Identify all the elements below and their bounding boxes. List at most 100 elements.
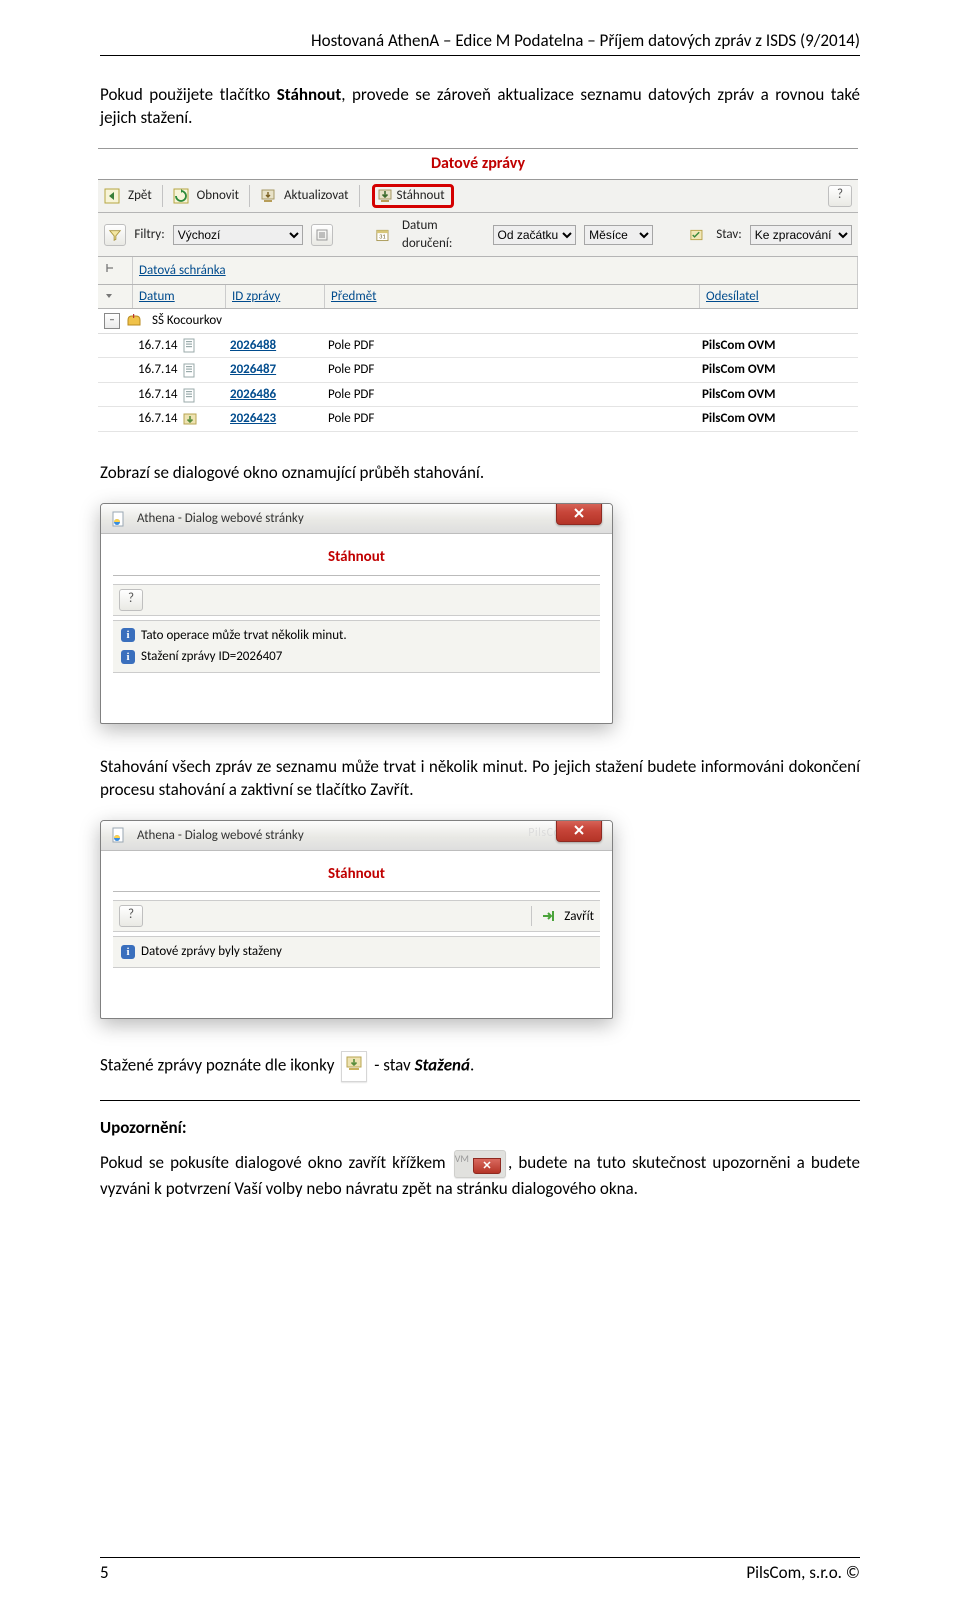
th-odesilatel[interactable]: Odesílatel (700, 285, 858, 309)
dialog-titlebar: Athena - Dialog webové stránky PilsCom O… (101, 821, 612, 852)
table-group-row[interactable]: – SŠ Kocourkov (98, 309, 858, 334)
fig1-filterbar: Filtry: Výchozí 31 Datum doručení: Od za… (98, 213, 858, 257)
paragraph-finish: Stahování všech zpráv ze seznamu může tr… (100, 756, 860, 802)
refresh-icon (173, 188, 189, 204)
text: Pokud se pokusíte dialogové okno zavřít … (100, 1152, 452, 1173)
warning-paragraph: Pokud se pokusíte dialogové okno zavřít … (100, 1150, 860, 1201)
cell-sender: PilsCom OVM (696, 407, 858, 431)
text-bold: Stáhnout (277, 84, 342, 105)
separator (249, 185, 250, 207)
download-button-highlighted[interactable]: Stáhnout (372, 184, 454, 208)
cell-sender: PilsCom OVM (696, 358, 858, 382)
fig1-toolbar: Zpět Obnovit Aktualizovat Stáhnout ? (98, 180, 858, 213)
download-icon (377, 188, 393, 204)
status-select[interactable]: Ke zpracování (750, 225, 852, 245)
dialog-toolbar: ? (113, 584, 600, 616)
cell-date: 16.7.14 (132, 358, 224, 382)
svg-text:31: 31 (379, 232, 386, 240)
warning-heading: Upozornění: (100, 1117, 860, 1140)
text: Stažené zprávy poznáte dle ikonky (100, 1054, 338, 1075)
cell-id-link[interactable]: 2026487 (230, 362, 276, 377)
dialog-message-line: i Datové zprávy byly staženy (121, 941, 592, 963)
dialog-messages: i Tato operace může trvat několik minut.… (113, 620, 600, 673)
figure-toolbar-table: Datové zprávy Zpět Obnovit Aktualizovat (98, 148, 858, 432)
dialog-help-button[interactable]: ? (119, 589, 143, 611)
group-label: SŠ Kocourkov (152, 312, 222, 330)
mailbox-icon (126, 313, 142, 329)
row-status-icon (182, 362, 198, 378)
download-sync-icon (260, 188, 276, 204)
month-select[interactable]: Měsíce (584, 225, 653, 245)
text: Pokud použijete tlačítko (100, 84, 277, 105)
th-predmet[interactable]: Předmět (325, 285, 700, 309)
dialog-title: Athena - Dialog webové stránky (137, 510, 304, 528)
dialog-close-button[interactable] (556, 820, 602, 842)
cell-date: 16.7.14 (132, 334, 224, 358)
table-row[interactable]: 16.7.142026487Pole PDFPilsCom OVM (98, 358, 858, 383)
status-label: Stav: (716, 226, 742, 244)
ghost-label: VM (455, 1152, 469, 1165)
update-button[interactable]: Aktualizovat (260, 187, 349, 205)
filter-label: Filtry: (134, 226, 164, 244)
filter-aux-button[interactable] (311, 224, 333, 246)
label: Aktualizovat (284, 187, 349, 205)
table-row[interactable]: 16.7.142026486Pole PDFPilsCom OVM (98, 383, 858, 408)
info-icon: i (121, 628, 135, 642)
row-status-icon (182, 411, 198, 427)
help-button[interactable]: ? (828, 185, 852, 207)
th-datova-schranka[interactable]: Datová schránka (133, 257, 858, 284)
cell-id-link[interactable]: 2026486 (230, 387, 276, 402)
dialog-close-action[interactable]: Zavřít (540, 908, 594, 926)
page-footer: 5 PilsCom, s.r.o. © (100, 1557, 860, 1585)
table-header-main: Datová schránka (98, 257, 858, 285)
sort-col[interactable] (98, 285, 133, 309)
filter-icon-button[interactable] (104, 224, 126, 246)
back-button[interactable]: Zpět (104, 187, 152, 205)
cell-id-link[interactable]: 2026423 (230, 411, 276, 426)
dialog-title: Athena - Dialog webové stránky (137, 827, 304, 845)
ie-page-icon (111, 511, 127, 527)
label: Stáhnout (397, 187, 445, 205)
dialog-progress: Athena - Dialog webové stránky Stáhnout … (100, 503, 613, 724)
paragraph-icon-hint: Stažené zprávy poznáte dle ikonky - stav… (100, 1051, 860, 1082)
th-datum[interactable]: Datum (133, 285, 226, 309)
calendar-icon: 31 (375, 227, 390, 243)
label: Zpět (128, 187, 152, 205)
dialog-messages: i Datové zprávy byly staženy (113, 936, 600, 968)
page-number: 5 (100, 1562, 109, 1585)
filter-select[interactable]: Výchozí (173, 225, 303, 245)
dialog-message-line: i Tato operace může trvat několik minut. (121, 625, 592, 647)
th-id[interactable]: ID zprávy (226, 285, 325, 309)
text: - stav (374, 1054, 414, 1075)
close-arrow-icon (540, 908, 556, 924)
status-filter-icon (689, 227, 704, 243)
cell-subject: Pole PDF (322, 407, 696, 431)
date-from-select[interactable]: Od začátku (493, 225, 577, 245)
message-text: Tato operace může trvat několik minut. (141, 627, 347, 645)
dialog-help-button[interactable]: ? (119, 905, 143, 927)
inline-close-chip: VM✕ (454, 1150, 506, 1178)
cell-sender: PilsCom OVM (696, 383, 858, 407)
refresh-button[interactable]: Obnovit (173, 187, 239, 205)
info-icon: i (121, 945, 135, 959)
cell-sender: PilsCom OVM (696, 334, 858, 358)
cell-id-link[interactable]: 2026488 (230, 338, 276, 353)
dialog-close-button[interactable] (556, 503, 602, 525)
dialog-message-line: i Stažení zprávy ID=2026407 (121, 646, 592, 668)
dialog-toolbar: ? Zavřít (113, 900, 600, 932)
separator (359, 185, 360, 207)
text: . (470, 1054, 474, 1075)
label: Obnovit (197, 187, 239, 205)
table-row[interactable]: 16.7.14 2026488 Pole PDFPilsCom OVM (98, 334, 858, 359)
expand-col (98, 257, 133, 284)
dialog-heading: Stáhnout (113, 861, 600, 892)
cell-subject: Pole PDF (322, 383, 696, 407)
header-rule (100, 55, 860, 56)
cell-subject: Pole PDF (322, 334, 696, 358)
row-status-icon (182, 387, 198, 403)
cell-date: 16.7.14 (132, 407, 224, 431)
table-row[interactable]: 16.7.14 2026423 Pole PDFPilsCom OVM (98, 407, 858, 432)
message-text: Stažení zprávy ID=2026407 (141, 648, 282, 666)
minus-icon[interactable]: – (104, 313, 120, 329)
dialog-finished: Athena - Dialog webové stránky PilsCom O… (100, 820, 613, 1019)
